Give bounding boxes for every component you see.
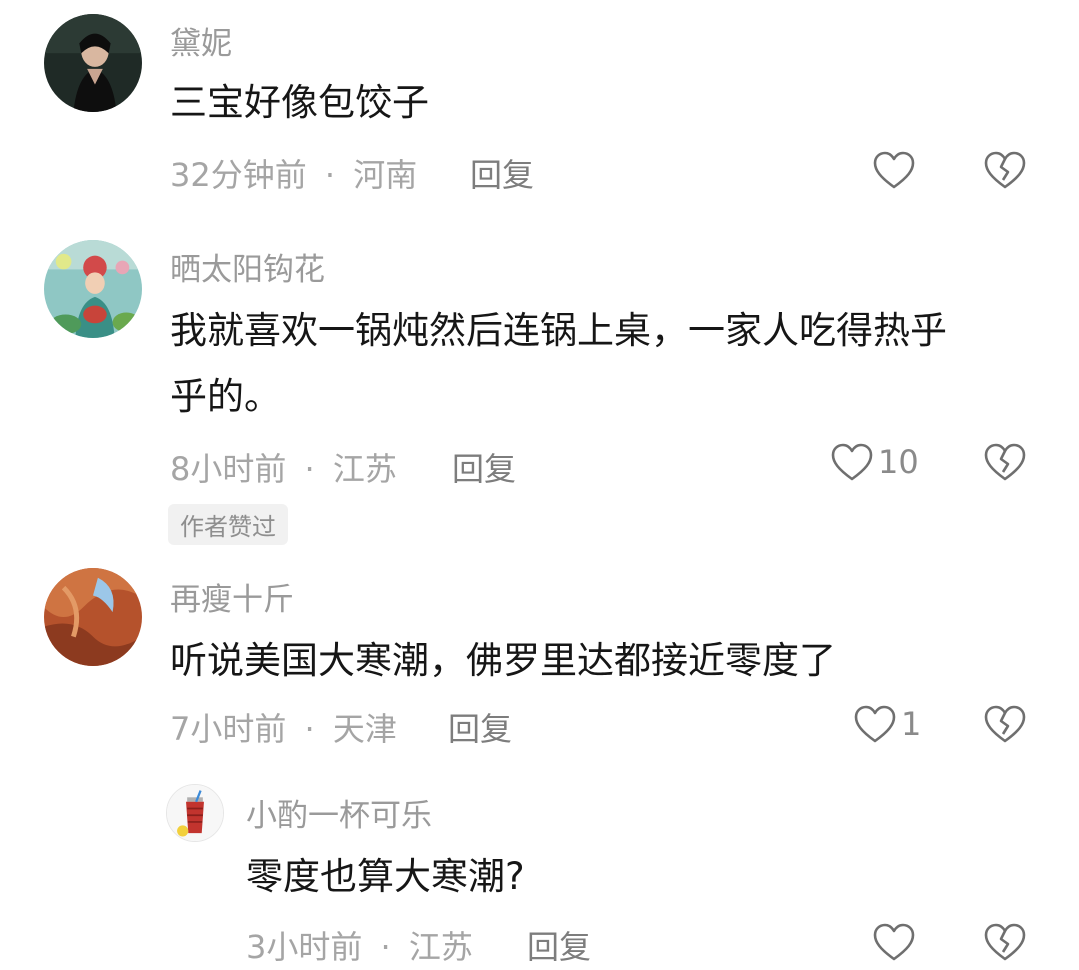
reply-button[interactable]: 回复 xyxy=(448,704,512,750)
comment-time: 7小时前 xyxy=(170,710,287,748)
heart-outline-icon xyxy=(854,705,896,743)
comment-location: 河南 xyxy=(353,156,418,194)
comment-time: 32分钟前 xyxy=(170,156,307,194)
comment-location: 江苏 xyxy=(332,450,397,488)
broken-heart-icon xyxy=(984,443,1026,481)
like-button[interactable] xyxy=(872,150,916,190)
meta-separator: · xyxy=(380,928,391,966)
comment-location: 天津 xyxy=(332,710,397,748)
comment-time: 8小时前 xyxy=(170,450,287,488)
comment-meta: 32分钟前 · 河南 xyxy=(170,150,417,196)
broken-heart-icon xyxy=(984,705,1026,743)
like-count: 1 xyxy=(901,705,922,743)
comment-text: 三宝好像包饺子 xyxy=(170,81,429,124)
dislike-button[interactable] xyxy=(983,922,1027,962)
avatar[interactable] xyxy=(166,784,224,842)
username[interactable]: 黛妮 xyxy=(170,18,232,63)
comment-text: 听说美国大寒潮，佛罗里达都接近零度了 xyxy=(170,639,836,682)
like-button[interactable]: 1 xyxy=(853,704,921,744)
like-button[interactable] xyxy=(872,922,916,962)
reply-button[interactable]: 回复 xyxy=(470,150,534,196)
comment-meta: 7小时前 · 天津 xyxy=(170,704,397,750)
broken-heart-icon xyxy=(984,151,1026,189)
comment-text-line: 我就喜欢一锅炖然后连锅上桌，一家人吃得热乎 xyxy=(170,309,947,352)
avatar[interactable] xyxy=(44,568,142,666)
username[interactable]: 小酌一杯可乐 xyxy=(246,790,432,835)
avatar[interactable] xyxy=(44,240,142,338)
heart-outline-icon xyxy=(873,923,915,961)
like-button[interactable]: 10 xyxy=(830,442,919,482)
meta-separator: · xyxy=(304,710,315,748)
avatar[interactable] xyxy=(44,14,142,112)
username[interactable]: 晒太阳钩花 xyxy=(170,244,325,289)
comment-time: 3小时前 xyxy=(246,928,363,966)
comment-text-line: 乎的。 xyxy=(170,375,281,418)
like-count: 10 xyxy=(878,443,919,481)
reply-button[interactable]: 回复 xyxy=(452,444,516,490)
dislike-button[interactable] xyxy=(983,704,1027,744)
dislike-button[interactable] xyxy=(983,150,1027,190)
heart-outline-icon xyxy=(831,443,873,481)
meta-separator: · xyxy=(304,450,315,488)
heart-outline-icon xyxy=(873,151,915,189)
comment-text: 我就喜欢一锅炖然后连锅上桌，一家人吃得热乎 乎的。 xyxy=(170,298,1050,430)
comment-meta: 8小时前 · 江苏 xyxy=(170,444,397,490)
comment-text: 零度也算大寒潮? xyxy=(246,855,525,898)
author-liked-badge: 作者赞过 xyxy=(168,504,288,545)
meta-separator: · xyxy=(324,156,336,194)
reply-button[interactable]: 回复 xyxy=(527,922,591,968)
dislike-button[interactable] xyxy=(983,442,1027,482)
comment-location: 江苏 xyxy=(408,928,473,966)
username[interactable]: 再瘦十斤 xyxy=(170,574,294,619)
comment-meta: 3小时前 · 江苏 xyxy=(246,922,473,968)
broken-heart-icon xyxy=(984,923,1026,961)
